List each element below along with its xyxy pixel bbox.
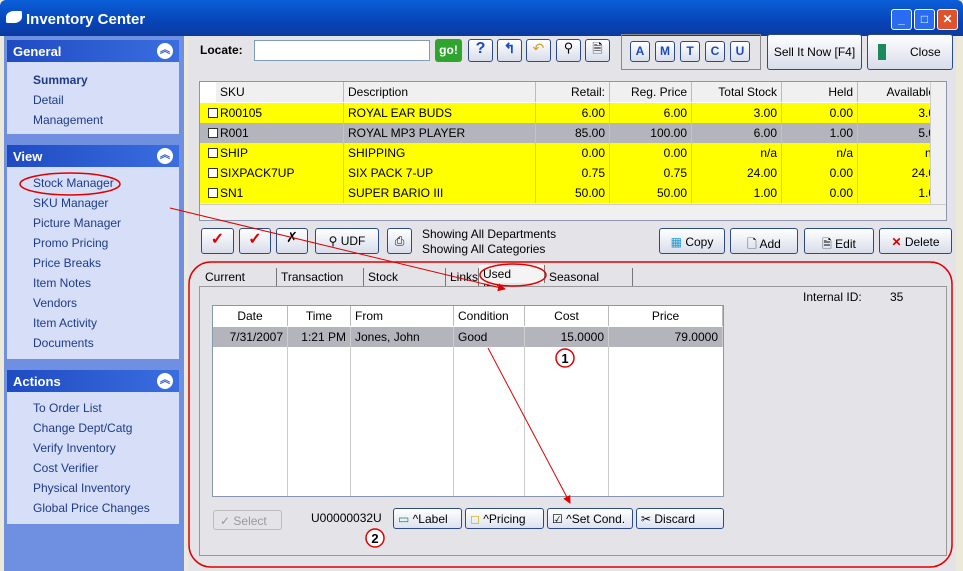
stock-manager-highlight (19, 172, 121, 196)
annotation-overlay: 1 2 (19, 172, 953, 568)
panel-highlight (188, 261, 953, 568)
arrow-to-tab (169, 207, 506, 292)
callout-2-label: 2 (371, 531, 378, 546)
arrow-to-set-cond (487, 347, 571, 504)
callout-1-label: 1 (561, 351, 568, 366)
used-items-highlight (479, 263, 547, 287)
